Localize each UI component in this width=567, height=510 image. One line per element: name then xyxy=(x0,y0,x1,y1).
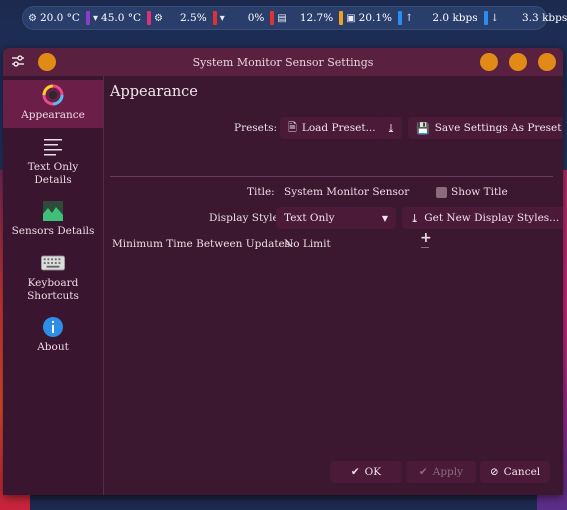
upload-group: ↑ 2.0 kbps xyxy=(398,11,478,25)
minus-icon[interactable] xyxy=(421,247,429,248)
apply-label: Apply xyxy=(432,466,464,478)
apply-button[interactable]: ✔ Apply xyxy=(406,461,476,483)
check-icon: ✔ xyxy=(418,466,428,478)
cpu-load-value: 2.5% xyxy=(180,12,207,24)
download-bar xyxy=(483,11,488,25)
checkbox-icon xyxy=(436,186,447,198)
mem-value: 12.7% xyxy=(299,12,334,24)
chevron-down-icon: ▼ xyxy=(381,213,388,223)
sidebar-item-appearance[interactable]: Appearance xyxy=(3,80,103,128)
download-preset-button[interactable]: ⤓ xyxy=(380,117,402,139)
main-content: Appearance Presets: 🗎 Load Preset... ⤓ 💾… xyxy=(104,76,563,495)
save-preset-label: Save Settings As Preset xyxy=(434,122,562,134)
min-time-spinbox[interactable]: No Limit xyxy=(284,238,331,250)
title-field[interactable]: System Monitor Sensor xyxy=(284,186,409,198)
download-arrow-icon: ↓ xyxy=(490,12,500,24)
swap-group: ▣ 20.1% xyxy=(339,11,392,25)
download-value: 3.3 kbps xyxy=(522,12,567,24)
min-time-label: Minimum Time Between Updates: xyxy=(112,238,294,250)
gpu-temp-value: 45.0 °C xyxy=(101,12,142,24)
settings-window: System Monitor Sensor Settings Appearanc… xyxy=(3,48,563,495)
ok-button[interactable]: ✔ OK xyxy=(330,461,402,483)
gpu-temp-group: ▾ 45.0 °C xyxy=(85,11,142,25)
sidebar-item-text-only-details[interactable]: Text Only Details xyxy=(3,132,103,193)
minimize-button[interactable] xyxy=(480,53,498,71)
download-icon: ⤓ xyxy=(386,121,396,135)
cpu-load-bar xyxy=(147,11,152,25)
mem-bar xyxy=(270,11,275,25)
window-title: System Monitor Sensor Settings xyxy=(192,55,374,69)
show-title-label: Show Title xyxy=(451,186,508,198)
cpu-load-group: ⚙ 2.5% xyxy=(147,11,207,25)
info-icon xyxy=(41,316,65,338)
get-new-styles-label: Get New Display Styles... xyxy=(424,212,560,224)
cancel-button[interactable]: ⊘ Cancel xyxy=(480,461,550,483)
gpu-load-value: 0% xyxy=(247,12,265,24)
title-bar[interactable]: System Monitor Sensor Settings xyxy=(3,48,563,76)
save-icon: 💾 xyxy=(416,121,430,135)
download-group: ↓ 3.3 kbps xyxy=(483,11,567,25)
show-title-checkbox[interactable]: Show Title xyxy=(436,186,508,198)
mem-group: ▤ 12.7% xyxy=(270,11,333,25)
swap-value: 20.1% xyxy=(358,12,393,24)
sensors-icon xyxy=(41,200,65,222)
sidebar: Appearance Text Only Details Sensors Det… xyxy=(3,76,104,495)
plus-icon[interactable]: + xyxy=(420,230,432,246)
save-preset-button[interactable]: 💾 Save Settings As Preset xyxy=(408,117,563,139)
sidebar-item-label: Appearance xyxy=(21,109,85,121)
gpu-icon: ▾ xyxy=(92,12,99,24)
title-label: Title: xyxy=(247,186,275,198)
text-details-icon xyxy=(41,136,65,158)
upload-bar xyxy=(398,11,403,25)
gpu-load-group: ▾ 0% xyxy=(212,11,265,25)
sidebar-item-keyboard-shortcuts[interactable]: Keyboard Shortcuts xyxy=(3,248,103,309)
close-button[interactable] xyxy=(538,53,556,71)
page-title: Appearance xyxy=(110,84,198,100)
gpu-temp-bar xyxy=(85,11,90,25)
disk-icon: ▣ xyxy=(346,12,356,24)
sidebar-item-label: Keyboard Shortcuts xyxy=(27,277,79,302)
maximize-button[interactable] xyxy=(509,53,527,71)
sidebar-item-about[interactable]: About xyxy=(3,312,103,360)
keyboard-icon xyxy=(41,252,65,274)
upload-arrow-icon: ↑ xyxy=(405,12,414,24)
cancel-icon: ⊘ xyxy=(489,466,499,478)
swap-bar xyxy=(339,11,344,25)
display-style-select[interactable]: Text Only ▼ xyxy=(276,207,396,229)
appearance-icon xyxy=(41,84,65,106)
upload-value: 2.0 kbps xyxy=(432,12,478,24)
system-monitor-panel[interactable]: ⚙ 20.0 °C ▾ 45.0 °C ⚙ 2.5% ▾ 0% ▤ 12.7% … xyxy=(22,6,567,30)
gpu-load-bar xyxy=(212,11,217,25)
display-style-label: Display Style: xyxy=(209,212,283,224)
gpu-load-icon: ▾ xyxy=(219,12,225,24)
divider xyxy=(110,176,553,177)
load-preset-label: Load Preset... xyxy=(301,122,376,134)
sidebar-item-label: Text Only Details xyxy=(27,161,79,186)
check-icon: ✔ xyxy=(350,466,360,478)
cpu-temp-value: 20.0 °C xyxy=(39,12,80,24)
get-new-display-styles-button[interactable]: ⤓ Get New Display Styles... xyxy=(402,207,563,229)
keep-above-button[interactable] xyxy=(38,53,56,71)
sidebar-item-sensors-details[interactable]: Sensors Details xyxy=(3,196,103,244)
cpu-load-icon: ⚙ xyxy=(154,12,163,24)
settings-sliders-icon[interactable] xyxy=(11,54,25,72)
display-style-value: Text Only xyxy=(284,212,335,224)
sidebar-item-label: Sensors Details xyxy=(11,225,95,237)
ok-label: OK xyxy=(364,466,382,478)
memory-icon: ▤ xyxy=(277,12,287,24)
cancel-label: Cancel xyxy=(503,466,541,478)
cpu-icon: ⚙ xyxy=(28,12,37,24)
file-icon: 🗎 xyxy=(288,120,297,134)
cpu-temp-group: ⚙ 20.0 °C xyxy=(28,12,80,24)
download-icon: ⤓ xyxy=(410,211,420,225)
sidebar-item-label: About xyxy=(37,341,69,353)
load-preset-button[interactable]: 🗎 Load Preset... xyxy=(280,117,384,139)
presets-label: Presets: xyxy=(234,122,278,134)
